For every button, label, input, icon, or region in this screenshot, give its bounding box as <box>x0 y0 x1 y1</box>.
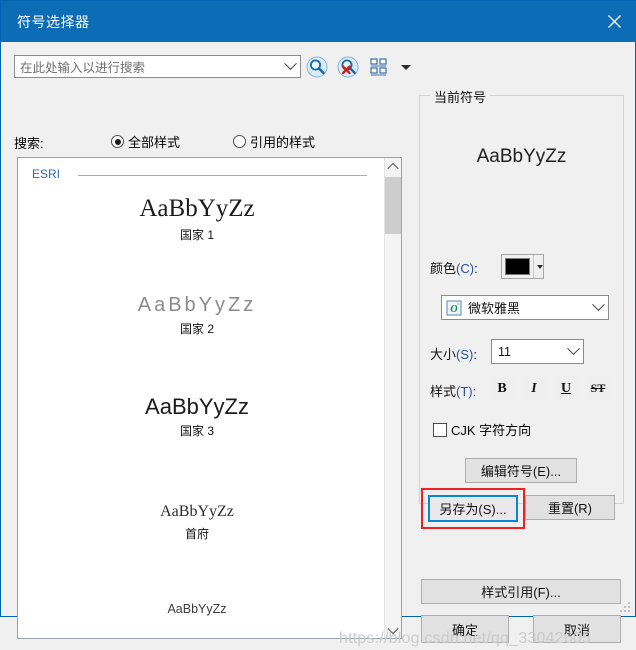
symbol-selector-dialog: 符号选择器 在此处输入以进行搜索 搜索: 全部样式 引用的样式 ESRI AaB… <box>0 0 636 647</box>
symbol-label: 首府 <box>184 526 209 541</box>
scroll-down-button[interactable] <box>385 621 401 638</box>
bold-button[interactable]: B <box>489 376 515 401</box>
group-divider <box>78 175 367 176</box>
symbol-sample: AaBbYyZz <box>139 195 255 222</box>
strikethrough-button[interactable]: ST <box>585 376 611 401</box>
svg-text:O: O <box>450 304 457 315</box>
dialog-body: 在此处输入以进行搜索 搜索: 全部样式 引用的样式 ESRI AaBbYyZz … <box>1 42 635 647</box>
font-family-value: 微软雅黑 <box>468 301 521 316</box>
list-item[interactable]: AaBbYyZz 国家 3 <box>18 395 376 439</box>
symbol-sample: AaBbYyZz <box>137 294 257 316</box>
search-input[interactable]: 在此处输入以进行搜索 <box>14 55 301 78</box>
chevron-down-icon <box>566 342 580 356</box>
color-label: 颜色(C): <box>430 261 478 276</box>
radio-indicator <box>233 135 246 148</box>
close-icon <box>607 15 621 28</box>
size-dropdown-button[interactable] <box>563 341 583 362</box>
font-family-select[interactable]: O 微软雅黑 <box>441 295 609 320</box>
italic-button[interactable]: I <box>521 376 547 401</box>
reset-button[interactable]: 重置(R) <box>525 495 615 520</box>
radio-indicator <box>111 135 124 148</box>
style-label: 样式(T): <box>430 384 477 399</box>
symbol-sample: AaBbYyZz <box>145 394 249 419</box>
color-picker-button[interactable] <box>501 254 544 279</box>
search-toolbar <box>306 54 411 80</box>
size-label: 大小(S): <box>430 347 477 362</box>
symbol-label: 国家 1 <box>179 228 214 243</box>
save-as-button[interactable]: 另存为(S)... <box>428 495 518 522</box>
cancel-button[interactable]: 取消 <box>533 615 621 643</box>
font-size-select[interactable]: 11 <box>491 339 584 364</box>
search-scope-label: 搜索: <box>14 136 44 151</box>
view-mode-icon[interactable] <box>368 56 390 78</box>
list-item[interactable]: AaBbYyZz 首府 <box>18 503 376 542</box>
symbol-preview: AaBbYyZz <box>420 108 623 205</box>
symbol-list[interactable]: ESRI AaBbYyZz 国家 1 AaBbYyZz 国家 2 AaBbYyZ… <box>17 157 402 639</box>
radio-referenced-styles-label: 引用的样式 <box>250 135 316 150</box>
title-bar: 符号选择器 <box>1 1 636 42</box>
symbol-group-name: ESRI <box>32 167 68 181</box>
search-placeholder: 在此处输入以进行搜索 <box>20 61 146 75</box>
chevron-down-icon <box>591 298 605 312</box>
chevron-up-icon <box>387 162 399 174</box>
radio-all-styles-label: 全部样式 <box>128 135 181 150</box>
view-mode-dropdown-icon[interactable] <box>401 64 411 70</box>
list-scrollbar[interactable] <box>384 158 401 638</box>
radio-all-styles[interactable]: 全部样式 <box>111 132 180 151</box>
symbol-sample: AaBbYyZz <box>160 503 234 520</box>
symbol-preview-text: AaBbYyZz <box>476 145 567 167</box>
symbol-label: 国家 2 <box>179 322 214 336</box>
chevron-down-icon <box>283 57 297 71</box>
scroll-up-button[interactable] <box>385 158 401 175</box>
ok-button[interactable]: 确定 <box>421 615 509 643</box>
list-item[interactable]: AaBbYyZz <box>18 602 376 620</box>
color-swatch <box>505 258 531 275</box>
font-dropdown-button[interactable] <box>588 297 608 318</box>
resize-grip[interactable] <box>620 602 632 614</box>
symbol-label: 国家 3 <box>179 424 214 439</box>
list-item[interactable]: AaBbYyZz 国家 1 <box>18 195 376 243</box>
chevron-down-icon <box>387 622 399 634</box>
window-title: 符号选择器 <box>17 14 90 30</box>
clear-search-icon[interactable] <box>337 56 359 78</box>
close-button[interactable] <box>591 1 636 42</box>
radio-referenced-styles[interactable]: 引用的样式 <box>233 132 315 151</box>
style-reference-button[interactable]: 样式引用(F)... <box>421 579 621 604</box>
symbol-sample: AaBbYyZz <box>167 602 227 616</box>
symbol-group-header: ESRI <box>32 167 371 183</box>
font-size-value: 11 <box>498 344 511 359</box>
checkbox-indicator <box>433 422 447 437</box>
edit-symbol-button[interactable]: 编辑符号(E)... <box>465 458 577 483</box>
current-symbol-title: 当前符号 <box>430 87 491 106</box>
cjk-direction-checkbox[interactable]: CJK 字符方向 <box>433 420 531 439</box>
search-dropdown-button[interactable] <box>280 56 300 77</box>
chevron-down-icon <box>537 264 543 269</box>
underline-button[interactable]: U <box>553 376 579 401</box>
search-icon[interactable] <box>306 56 328 78</box>
cjk-direction-label: CJK 字符方向 <box>451 423 532 438</box>
scrollbar-thumb[interactable] <box>385 177 401 234</box>
style-button-group: B I U ST <box>489 376 611 401</box>
opentype-font-icon: O <box>446 300 462 315</box>
list-item[interactable]: AaBbYyZz 国家 2 <box>18 295 376 337</box>
